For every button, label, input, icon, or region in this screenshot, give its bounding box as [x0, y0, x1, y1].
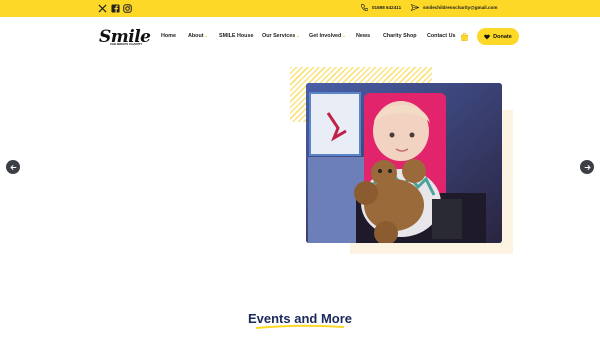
email-address: smilechildrenscharity@gmail.com: [423, 5, 498, 10]
phone-contact[interactable]: 01698 642411: [361, 4, 401, 11]
nav-label: Charity Shop: [383, 33, 417, 39]
nav-item-home[interactable]: Home: [161, 33, 176, 39]
nav-item-our-services[interactable]: Our Services⌄: [262, 33, 300, 39]
phone-icon: [361, 4, 368, 11]
nav-item-news[interactable]: News: [356, 33, 370, 39]
donate-label: Donate: [493, 33, 512, 40]
x-twitter-icon[interactable]: [98, 4, 107, 13]
arrow-left-icon: [9, 164, 16, 170]
donate-button[interactable]: Donate: [477, 28, 519, 45]
nav-item-get-involved[interactable]: Get Involved⌄: [309, 33, 346, 39]
chevron-down-icon: ⌄: [296, 33, 300, 38]
shopping-bag-icon[interactable]: [460, 32, 469, 41]
arrow-right-icon: [584, 164, 591, 170]
title-underline: [255, 324, 345, 329]
nav-item-about[interactable]: About⌄: [188, 33, 208, 39]
nav-label: News: [356, 33, 371, 39]
slider-next-button[interactable]: [580, 160, 594, 174]
nav-label: Get Involved: [309, 33, 342, 39]
send-icon: [411, 4, 419, 11]
nav-item-contact-us[interactable]: Contact Us: [427, 33, 455, 39]
nav-label: Home: [161, 33, 176, 39]
phone-number: 01698 642411: [372, 5, 402, 10]
hero-photo: [306, 83, 502, 243]
instagram-icon[interactable]: [123, 4, 132, 13]
facebook-icon[interactable]: [111, 4, 120, 13]
email-contact[interactable]: smilechildrenscharity@gmail.com: [411, 4, 497, 11]
chevron-down-icon: ⌄: [342, 33, 346, 38]
nav-item-smile-house[interactable]: SMILE House: [219, 33, 253, 39]
nav-label: Contact Us: [427, 33, 456, 39]
logo[interactable]: Smile CHILDREN'S CHARITY: [99, 27, 151, 49]
nav-label: Our Services: [262, 33, 296, 39]
nav-label: SMILE House: [219, 33, 254, 39]
slider-prev-button[interactable]: [6, 160, 20, 174]
photo-child-with-teddy-bear: [306, 83, 502, 243]
logo-subtitle: CHILDREN'S CHARITY: [110, 42, 143, 46]
heart-icon: [484, 34, 491, 39]
top-bar: [0, 0, 600, 17]
nav-item-charity-shop[interactable]: Charity Shop: [383, 33, 417, 39]
chevron-down-icon: ⌄: [204, 33, 208, 38]
nav-label: About: [188, 33, 204, 39]
